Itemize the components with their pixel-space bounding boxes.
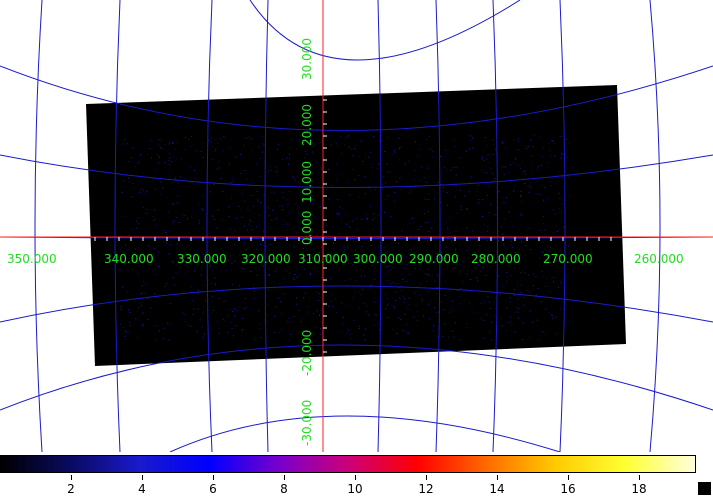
dec-label: -30.000 <box>300 400 314 446</box>
ra-label: 290.000 <box>409 252 459 266</box>
ra-label: 310.000 <box>298 252 348 266</box>
colorbar[interactable] <box>0 455 696 473</box>
colorbar-tick <box>213 475 214 480</box>
ra-label: 330.000 <box>177 252 227 266</box>
colorbar-tick <box>71 475 72 480</box>
ra-label: 350.000 <box>7 252 57 266</box>
colorbar-tick-label: 6 <box>209 482 217 496</box>
dec-label: -20.000 <box>300 330 314 376</box>
ra-label: 270.000 <box>543 252 593 266</box>
ra-label: 320.000 <box>241 252 291 266</box>
colorbar-end-swatch <box>698 482 711 495</box>
colorbar-tick-label: 2 <box>67 482 75 496</box>
colorbar-tick <box>426 475 427 480</box>
image-viewer-canvas[interactable]: 350.000 340.000 330.000 320.000 310.000 … <box>0 0 713 452</box>
dec-label: 10.000 <box>300 161 314 203</box>
ra-label: 340.000 <box>104 252 154 266</box>
colorbar-tick <box>284 475 285 480</box>
colorbar-tick-label: 14 <box>489 482 505 496</box>
ra-labels: 350.000 340.000 330.000 320.000 310.000 … <box>7 252 684 266</box>
ra-label: 280.000 <box>471 252 521 266</box>
dec-label: 30.000 <box>300 38 314 80</box>
colorbar-tick <box>497 475 498 480</box>
colorbar-tick <box>568 475 569 480</box>
colorbar-tick-label: 4 <box>138 482 146 496</box>
colorbar-tick <box>355 475 356 480</box>
ra-label: 300.000 <box>353 252 403 266</box>
colorbar-tick <box>639 475 640 480</box>
colorbar-tick-label: 8 <box>280 482 288 496</box>
colorbar-tick-label: 12 <box>418 482 434 496</box>
ra-label: 260.000 <box>634 252 684 266</box>
sky-image <box>86 85 626 366</box>
colorbar-tick-label: 16 <box>560 482 576 496</box>
dec-label: 0.000 <box>300 211 314 245</box>
colorbar-tick <box>142 475 143 480</box>
dec-label: 20.000 <box>300 104 314 146</box>
colorbar-tick-label: 18 <box>631 482 647 496</box>
colorbar-tick-label: 10 <box>347 482 363 496</box>
